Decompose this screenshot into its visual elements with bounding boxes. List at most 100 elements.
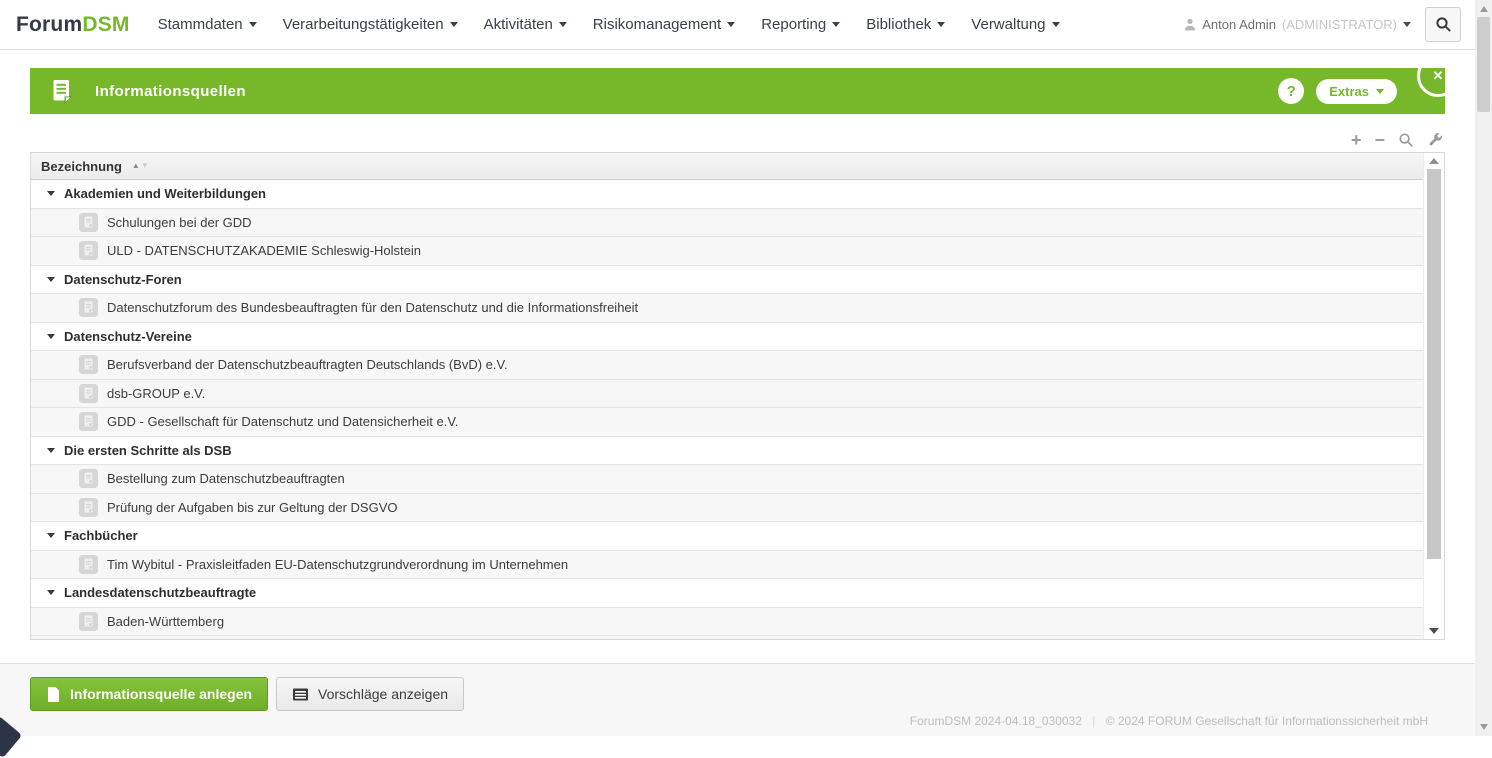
- table-row-partial[interactable]: [31, 636, 1423, 639]
- new-file-icon: [46, 686, 61, 703]
- menu-risikomanagement[interactable]: Risikomanagement: [593, 16, 735, 33]
- module-header-panel: Informationsquellen ? Extras ✕: [30, 68, 1445, 114]
- page-scrollbar-thumb[interactable]: [1477, 17, 1490, 112]
- menu-label: Verwaltung: [971, 16, 1045, 33]
- document-icon: [79, 213, 98, 232]
- menu-label: Aktivitäten: [484, 16, 553, 33]
- logo-part-forum: Forum: [16, 13, 82, 36]
- person-icon: [1184, 18, 1196, 31]
- footer-version-copyright: ForumDSM 2024-04.18_030032 | © 2024 FORU…: [910, 714, 1428, 728]
- document-icon: [79, 612, 98, 631]
- table-row[interactable]: Baden-Württemberg: [31, 608, 1423, 637]
- extras-button[interactable]: Extras: [1316, 79, 1397, 104]
- table-row-group[interactable]: Fachbücher: [31, 522, 1423, 551]
- scroll-down-icon[interactable]: [1429, 628, 1439, 634]
- table-row[interactable]: Datenschutzforum des Bundesbeauftragten …: [31, 294, 1423, 323]
- main-menu: Stammdaten Verarbeitungstätigkeiten Akti…: [158, 16, 1060, 33]
- table-row[interactable]: Bestellung zum Datenschutzbeauftragten: [31, 465, 1423, 494]
- menu-aktivitaeten[interactable]: Aktivitäten: [484, 16, 567, 33]
- column-header-bezeichnung[interactable]: Bezeichnung ▲ ▼: [31, 153, 1423, 180]
- menu-label: Verarbeitungstätigkeiten: [283, 16, 444, 33]
- create-information-source-button[interactable]: Informationsquelle anlegen: [30, 677, 268, 711]
- user-name: Anton Admin: [1202, 17, 1276, 32]
- grid-scrollbar-thumb[interactable]: [1427, 169, 1441, 559]
- scroll-down-icon[interactable]: [1480, 724, 1488, 730]
- sort-desc-icon: ▼: [141, 162, 149, 170]
- group-label: Datenschutz-Foren: [64, 272, 182, 287]
- sort-asc-icon: ▲: [132, 162, 140, 170]
- table-row[interactable]: Prüfung der Aufgaben bis zur Geltung der…: [31, 494, 1423, 523]
- table-row-group[interactable]: Landesdatenschutzbeauftragte: [31, 579, 1423, 608]
- user-role: (ADMINISTRATOR): [1282, 17, 1397, 32]
- group-label: Die ersten Schritte als DSB: [64, 443, 232, 458]
- group-label: Fachbücher: [64, 528, 138, 543]
- menu-bibliothek[interactable]: Bibliothek: [866, 16, 945, 33]
- item-label: Berufsverband der Datenschutzbeauftragte…: [107, 357, 508, 372]
- document-icon: [52, 79, 73, 104]
- collapse-caret-icon[interactable]: [47, 590, 55, 595]
- document-icon: [79, 241, 98, 260]
- table-row-group[interactable]: Die ersten Schritte als DSB: [31, 437, 1423, 466]
- collapse-caret-icon[interactable]: [47, 533, 55, 538]
- item-label: Baden-Württemberg: [107, 614, 224, 629]
- page-title: Informationsquellen: [95, 83, 246, 100]
- chevron-down-icon: [450, 22, 458, 27]
- menu-label: Bibliothek: [866, 16, 931, 33]
- column-header-label: Bezeichnung: [41, 159, 122, 174]
- group-label: Datenschutz-Vereine: [64, 329, 192, 344]
- table-row[interactable]: Tim Wybitul - Praxisleitfaden EU-Datensc…: [31, 551, 1423, 580]
- table-row[interactable]: ULD - DATENSCHUTZAKADEMIE Schleswig-Hols…: [31, 237, 1423, 266]
- chevron-down-icon: [1052, 22, 1060, 27]
- document-icon: [79, 498, 98, 517]
- chevron-down-icon: [727, 22, 735, 27]
- sort-icons: ▲ ▼: [132, 162, 149, 170]
- document-icon: [79, 355, 98, 374]
- item-label: GDD - Gesellschaft für Datenschutz und D…: [107, 414, 458, 429]
- remove-icon[interactable]: −: [1374, 131, 1385, 149]
- menu-reporting[interactable]: Reporting: [761, 16, 840, 33]
- menu-stammdaten[interactable]: Stammdaten: [158, 16, 257, 33]
- bottom-action-bar: Informationsquelle anlegen Vorschläge an…: [0, 663, 1475, 736]
- search-icon[interactable]: [1398, 132, 1414, 148]
- scroll-up-icon[interactable]: [1429, 158, 1439, 164]
- item-label: Prüfung der Aufgaben bis zur Geltung der…: [107, 500, 398, 515]
- collapse-caret-icon[interactable]: [47, 277, 55, 282]
- app-version: ForumDSM 2024-04.18_030032: [910, 714, 1082, 728]
- table-row-group[interactable]: Datenschutz-Vereine: [31, 323, 1423, 352]
- table-row-group[interactable]: Akademien und Weiterbildungen: [31, 180, 1423, 209]
- item-label: Tim Wybitul - Praxisleitfaden EU-Datensc…: [107, 557, 568, 572]
- help-button[interactable]: ?: [1278, 78, 1304, 104]
- close-panel-button[interactable]: ✕: [1417, 55, 1459, 97]
- grid-scrollbar[interactable]: [1423, 153, 1444, 639]
- table-row[interactable]: dsb-GROUP e.V.: [31, 380, 1423, 409]
- group-label: Landesdatenschutzbeauftragte: [64, 585, 256, 600]
- collapse-caret-icon[interactable]: [47, 191, 55, 196]
- app-logo[interactable]: ForumDSM: [16, 13, 130, 37]
- collapse-caret-icon[interactable]: [47, 334, 55, 339]
- show-suggestions-button[interactable]: Vorschläge anzeigen: [276, 677, 464, 711]
- corner-decoration: [0, 716, 22, 758]
- extras-label: Extras: [1329, 84, 1369, 99]
- menu-verarbeitungstaetigkeiten[interactable]: Verarbeitungstätigkeiten: [283, 16, 458, 33]
- table-row[interactable]: GDD - Gesellschaft für Datenschutz und D…: [31, 408, 1423, 437]
- user-menu[interactable]: Anton Admin (ADMINISTRATOR): [1184, 17, 1411, 32]
- list-icon: [292, 687, 309, 702]
- chevron-down-icon: [832, 22, 840, 27]
- table-row[interactable]: Berufsverband der Datenschutzbeauftragte…: [31, 351, 1423, 380]
- page-scrollbar[interactable]: [1475, 0, 1492, 736]
- footer-separator: |: [1092, 714, 1095, 728]
- table-row-group[interactable]: Datenschutz-Foren: [31, 266, 1423, 295]
- item-label: Datenschutzforum des Bundesbeauftragten …: [107, 300, 638, 315]
- menu-verwaltung[interactable]: Verwaltung: [971, 16, 1059, 33]
- magnifier-icon: [1435, 16, 1452, 33]
- collapse-caret-icon[interactable]: [47, 448, 55, 453]
- document-icon: [79, 469, 98, 488]
- global-search-button[interactable]: [1425, 7, 1461, 42]
- add-icon[interactable]: +: [1351, 131, 1362, 149]
- settings-wrench-icon[interactable]: [1427, 132, 1443, 148]
- menu-label: Reporting: [761, 16, 826, 33]
- table-row[interactable]: Schulungen bei der GDD: [31, 209, 1423, 238]
- information-sources-grid: Bezeichnung ▲ ▼ Akademien und Weiterbild…: [30, 152, 1445, 640]
- scroll-up-icon[interactable]: [1480, 6, 1488, 12]
- chevron-down-icon: [559, 22, 567, 27]
